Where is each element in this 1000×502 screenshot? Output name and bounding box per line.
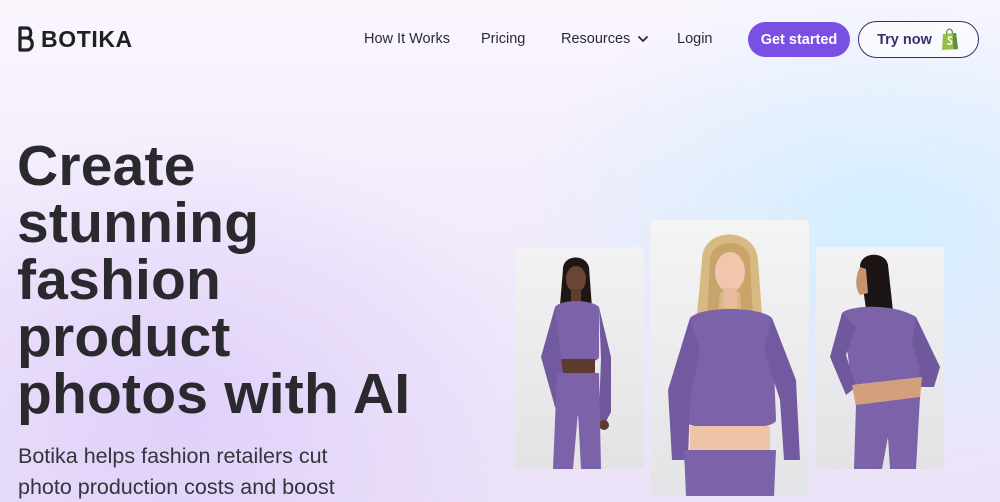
hero-subtitle: Botika helps fashion retailers cut photo… [18, 444, 335, 499]
hero-title-line: stunning [17, 191, 260, 255]
shopify-bag-icon [941, 28, 958, 50]
hero-title-line: photos with AI [17, 362, 411, 426]
chevron-down-icon [638, 35, 649, 42]
nav-pricing[interactable]: Pricing [481, 29, 525, 49]
nav-how-it-works[interactable]: How It Works [364, 29, 450, 49]
model-photo-right [816, 247, 944, 469]
brand-name: BOTIKA [41, 26, 133, 52]
nav-resources[interactable]: Resources [561, 29, 649, 49]
nav-login[interactable]: Login [677, 29, 712, 49]
hero-title-line: product [17, 305, 231, 369]
hero-title-line: Create [17, 134, 196, 198]
get-started-label: Get started [760, 31, 838, 48]
model-photo-left [515, 247, 644, 469]
botika-logo-icon [18, 26, 34, 52]
nav-resources-label: Resources [561, 31, 631, 47]
model-photo-center [650, 220, 809, 496]
try-now-button[interactable]: Try now [858, 21, 979, 58]
get-started-button[interactable]: Get started [748, 22, 850, 57]
hero-title: Create stunning fashion product photos w… [17, 138, 477, 423]
hero-title-line: fashion [17, 248, 222, 312]
brand-logo[interactable]: BOTIKA [17, 25, 133, 53]
try-now-label: Try now [877, 31, 932, 48]
